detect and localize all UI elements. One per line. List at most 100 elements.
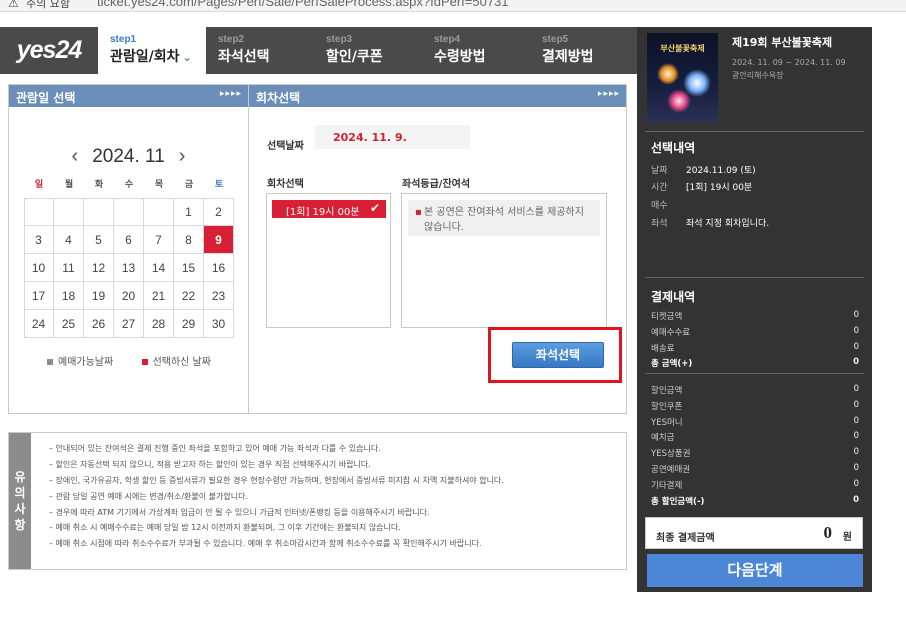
calendar-day[interactable]: 24 xyxy=(24,310,54,338)
calendar-day[interactable]: 7 xyxy=(144,226,174,254)
weekday-label: 화 xyxy=(94,180,104,190)
weekday-label: 월 xyxy=(64,180,74,190)
calendar-empty-cell xyxy=(144,198,174,226)
currency-unit: 원 xyxy=(842,532,852,543)
payment-row: 총 할인금액(-) 0 xyxy=(651,494,859,507)
calendar-day[interactable]: 25 xyxy=(54,310,84,338)
payment-row: 예치금 0 xyxy=(651,431,859,444)
step1-tab[interactable]: step1 관람일/회차 ⌄ xyxy=(98,27,206,74)
calendar-day[interactable]: 10 xyxy=(24,254,54,282)
payment-row: 기타결제 0 xyxy=(651,478,859,491)
check-icon: ✔ xyxy=(369,201,380,215)
weekday-label: 수 xyxy=(124,180,134,190)
calendar-day[interactable]: 28 xyxy=(144,310,174,338)
calendar-day[interactable]: 4 xyxy=(54,226,84,254)
calendar-day[interactable]: 3 xyxy=(24,226,54,254)
calendar-day[interactable]: 11 xyxy=(54,254,84,282)
session-panel: 회차선택 ▸▸▸▸ 선택날짜 2024. 11. 9. 회차선택 좌석등급/잔여… xyxy=(248,84,627,414)
firework-graphic xyxy=(657,63,679,85)
weekday-header: 일월화수목금토 xyxy=(24,177,234,190)
notice-line: – 장애인, 국가유공자, 학생 할인 등 증빙서류가 필요한 경우 현장수령만… xyxy=(49,475,504,485)
step-header: yes24 step1 관람일/회차 ⌄ step2 좌석선택 step3 할인/… xyxy=(0,27,637,74)
chevron-down-icon: ⌄ xyxy=(182,51,192,64)
session-item[interactable]: [1회] 19시 00분 ✔ xyxy=(272,200,386,218)
next-month-icon[interactable]: › xyxy=(179,145,186,167)
divider xyxy=(645,277,864,278)
address-bar[interactable]: ⚠ 주의 요함 ticket.yes24.com/Pages/Perf/Sale… xyxy=(0,0,906,12)
payment-row: YES머니 0 xyxy=(651,415,859,428)
seat-grade-box: ▪ 본 공연은 잔여좌석 서비스를 제공하지 않습니다. xyxy=(401,193,607,328)
notice-line: – 관람 당일 공연 예매 시에는 변경/취소/환불이 불가합니다. xyxy=(49,491,249,501)
calendar-legend: 예매가능날짜 선택하신 날짜 xyxy=(47,353,211,368)
calendar-empty-cell xyxy=(54,198,84,226)
payment-row: 총 금액(+) 0 xyxy=(651,357,859,370)
weekday-label: 금 xyxy=(184,180,194,190)
prev-month-icon[interactable]: ‹ xyxy=(72,145,79,167)
notice-line: – 경우에 따라 ATM 기기에서 가상계좌 입금이 안 될 수 있으니 가급적… xyxy=(49,507,430,517)
calendar-day[interactable]: 15 xyxy=(174,254,204,282)
notice-lines: – 안내되어 있는 잔여석은 결제 진행 중인 좌석을 포함하고 있어 예매 가… xyxy=(49,443,504,554)
selected-square-icon xyxy=(141,359,148,365)
selection-seat: 좌석 좌석 지정 회차입니다. xyxy=(651,219,770,229)
calendar-day[interactable]: 23 xyxy=(204,282,234,310)
seat-grade-label: 좌석등급/잔여석 xyxy=(402,179,471,190)
calendar-empty-cell xyxy=(84,198,114,226)
calendar-empty-cell xyxy=(24,198,54,226)
calendar-day[interactable]: 20 xyxy=(114,282,144,310)
selection-title: 선택내역 xyxy=(651,141,696,155)
notice-line: – 안내되어 있는 잔여석은 결제 진행 중인 좌석을 포함하고 있어 예매 가… xyxy=(49,444,381,453)
poster-title: 부산불꽃축제 xyxy=(660,44,705,53)
divider xyxy=(645,373,864,374)
seat-select-button[interactable]: 좌석선택 xyxy=(512,342,604,368)
step2-tab[interactable]: step2 좌석선택 xyxy=(206,27,314,74)
calendar-day[interactable]: 16 xyxy=(204,254,234,282)
calendar-day[interactable]: 6 xyxy=(114,226,144,254)
calendar-day[interactable]: 21 xyxy=(144,282,174,310)
calendar-day[interactable]: 1 xyxy=(174,198,204,226)
calendar-empty-cell xyxy=(114,198,144,226)
calendar-day[interactable]: 22 xyxy=(174,282,204,310)
session-select-label: 회차선택 xyxy=(267,179,304,190)
available-square-icon xyxy=(47,359,53,365)
calendar-day[interactable]: 19 xyxy=(84,282,114,310)
selected-date-value: 2024. 11. 9. xyxy=(315,125,470,149)
calendar-day-selected[interactable]: 9 xyxy=(204,226,234,254)
show-title: 제19회 부산불꽃축제 xyxy=(732,36,833,49)
selected-date-label: 선택날짜 xyxy=(267,141,304,152)
calendar-day[interactable]: 29 xyxy=(174,310,204,338)
payment-row: 할인금액 0 xyxy=(651,384,859,396)
payment-title: 결제내역 xyxy=(651,290,696,304)
calendar-day[interactable]: 5 xyxy=(84,226,114,254)
arrows-icon: ▸▸▸▸ xyxy=(597,89,620,99)
calendar-month: ‹ 2024. 11 › xyxy=(71,145,186,167)
payment-row: 할인쿠폰 0 xyxy=(651,399,859,412)
show-venue: 광안리해수욕장 xyxy=(732,71,784,80)
step4-tab[interactable]: step4 수령방법 xyxy=(422,27,530,74)
calendar-day[interactable]: 26 xyxy=(84,310,114,338)
next-step-button[interactable]: 다음단계 xyxy=(647,554,863,587)
calendar-day[interactable]: 13 xyxy=(114,254,144,282)
yes24-logo[interactable]: yes24 xyxy=(0,27,98,74)
weekday-label: 목 xyxy=(154,180,164,190)
date-panel-title: 관람일 선택 xyxy=(16,91,76,105)
url-text[interactable]: ticket.yes24.com/Pages/Perf/Sale/PerfSal… xyxy=(97,0,509,9)
calendar-day[interactable]: 8 xyxy=(174,226,204,254)
calendar-grid: 1 2 3 4 5 6 7 8 9 10 11 12 13 14 15 16 17 18 19 20 21 22 23 24 2… xyxy=(24,198,234,338)
session-list: [1회] 19시 00분 ✔ xyxy=(266,193,391,328)
calendar-day[interactable]: 27 xyxy=(114,310,144,338)
divider xyxy=(645,131,864,132)
notice-line: – 예매 취소 시 예매수수료는 예매 당일 밤 12시 이전까지 환불되며, … xyxy=(49,523,401,533)
final-total-label: 최종 결제금액 xyxy=(656,533,715,544)
payment-row: 배송료 0 xyxy=(651,341,859,354)
calendar-day[interactable]: 17 xyxy=(24,282,54,310)
final-total-box: 최종 결제금액 0 원 xyxy=(645,517,863,549)
calendar-day[interactable]: 12 xyxy=(84,254,114,282)
step5-tab[interactable]: step5 결제방법 xyxy=(530,27,638,74)
notice-line: – 할인은 자동선택 되지 않으니, 적용 받고자 하는 할인이 있는 경우 직… xyxy=(49,459,371,469)
calendar-day[interactable]: 2 xyxy=(204,198,234,226)
calendar-day[interactable]: 30 xyxy=(204,310,234,338)
notice-side-label: 유 의 사 항 xyxy=(9,433,31,569)
step3-tab[interactable]: step3 할인/쿠폰 xyxy=(314,27,422,74)
calendar-day[interactable]: 14 xyxy=(144,254,174,282)
calendar-day[interactable]: 18 xyxy=(54,282,84,310)
